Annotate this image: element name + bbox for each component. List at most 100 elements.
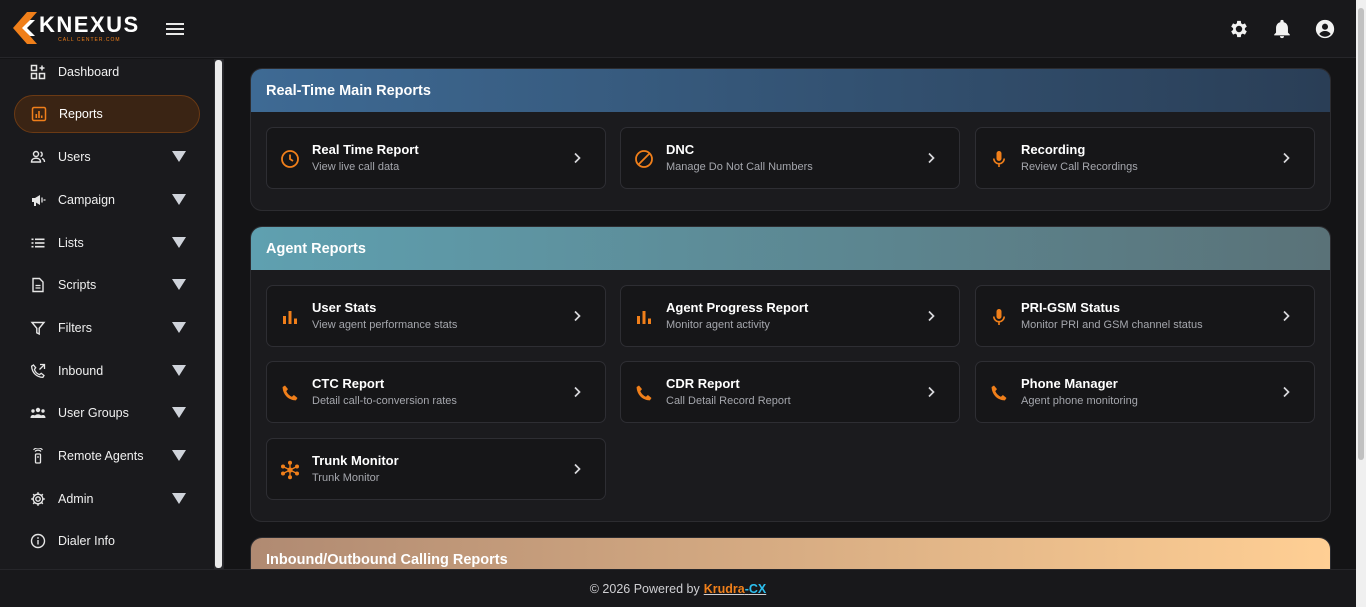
hub-icon: [280, 460, 300, 480]
report-section-real-time-main-reports: Real-Time Main Reports Real Time Report Vi…: [250, 68, 1331, 211]
section-title: Agent Reports: [251, 227, 1330, 270]
chevron-down-icon[interactable]: [172, 322, 186, 333]
chevron-down-icon[interactable]: [172, 237, 186, 248]
card-title: DNC: [666, 142, 695, 157]
report-card-user-stats[interactable]: User Stats View agent performance stats: [266, 285, 606, 347]
card-subtitle: Detail call-to-conversion rates: [312, 395, 457, 407]
sidebar-item-label: Scripts: [58, 278, 97, 292]
sidebar-item-reports[interactable]: Reports: [14, 95, 200, 133]
chevron-right-icon: [569, 461, 585, 477]
chevron-right-icon: [1278, 150, 1294, 166]
card-title: PRI-GSM Status: [1021, 300, 1120, 315]
page-scroll-thumb[interactable]: [1358, 8, 1364, 460]
block-icon: [634, 149, 654, 169]
chevron-right-icon: [569, 384, 585, 400]
chevron-down-icon[interactable]: [172, 407, 186, 418]
footer: © 2026 Powered by Krudra-CX: [0, 569, 1356, 607]
sidebar-item-users[interactable]: Users: [14, 138, 200, 176]
logo-wordmark: KNEXUS: [39, 11, 140, 37]
account-circle-icon[interactable]: [1314, 18, 1336, 40]
card-subtitle: Trunk Monitor: [312, 472, 380, 484]
groups-icon: [30, 405, 46, 421]
settings-gear-icon[interactable]: [1228, 18, 1250, 40]
phone-icon: [989, 383, 1009, 403]
sidebar-item-label: Lists: [58, 236, 84, 250]
phone-forward-icon: [30, 363, 46, 379]
sidebar-item-dialer-info[interactable]: Dialer Info: [14, 522, 200, 560]
card-subtitle: Monitor agent activity: [666, 319, 770, 331]
sidebar-scrollbar[interactable]: [214, 59, 223, 569]
footer-brand-part-a: Krudra: [703, 581, 745, 596]
report-card-recording[interactable]: Recording Review Call Recordings: [975, 127, 1315, 189]
chevron-down-icon[interactable]: [172, 194, 186, 205]
footer-powered-by: © 2026 Powered by: [589, 581, 700, 596]
sidebar-item-lists[interactable]: Lists: [14, 224, 200, 262]
gear-icon: [30, 491, 46, 507]
chevron-right-icon: [1278, 308, 1294, 324]
report-card-ctc-report[interactable]: CTC Report Detail call-to-conversion rate…: [266, 361, 606, 423]
microphone-icon: [989, 149, 1009, 169]
section-title: Inbound/Outbound Calling Reports: [251, 538, 1330, 569]
card-title: Recording: [1021, 142, 1086, 157]
card-title: CTC Report: [312, 376, 385, 391]
page-scrollbar[interactable]: [1356, 0, 1366, 607]
phone-icon: [280, 383, 300, 403]
report-card-cdr-report[interactable]: CDR Report Call Detail Record Report: [620, 361, 960, 423]
chevron-down-icon[interactable]: [172, 279, 186, 290]
sidebar-item-label: Remote Agents: [58, 449, 144, 463]
chevron-down-icon[interactable]: [172, 450, 186, 461]
card-subtitle: View live call data: [312, 161, 400, 173]
card-title: Real Time Report: [312, 142, 419, 157]
remote-icon: [30, 448, 46, 464]
report-card-pri-gsm-status[interactable]: PRI-GSM Status Monitor PRI and GSM channe…: [975, 285, 1315, 347]
sidebar-item-label: Inbound: [58, 364, 104, 378]
sidebar-item-remote-agents[interactable]: Remote Agents: [14, 437, 200, 475]
footer-brand-part-b: CX: [748, 581, 767, 596]
knexus-logo[interactable]: KNEXUS CALL CENTER.COM: [13, 12, 140, 44]
sidebar-item-label: Admin: [58, 492, 94, 506]
users-icon: [30, 149, 46, 165]
sidebar-item-label: Campaign: [58, 193, 115, 207]
chevron-right-icon: [923, 150, 939, 166]
chevron-down-icon[interactable]: [172, 151, 186, 162]
report-card-dnc[interactable]: DNC Manage Do Not Call Numbers: [620, 127, 960, 189]
report-card-phone-manager[interactable]: Phone Manager Agent phone monitoring: [975, 361, 1315, 423]
list-icon: [30, 235, 46, 251]
report-card-trunk-monitor[interactable]: Trunk Monitor Trunk Monitor: [266, 438, 606, 500]
megaphone-icon: [30, 192, 46, 208]
footer-brand-link[interactable]: Krudra-CX: [704, 582, 767, 596]
sidebar: Dashboard Reports Users Campaign Lists Script…: [0, 59, 224, 569]
report-card-agent-progress-report[interactable]: Agent Progress Report Monitor agent activ…: [620, 285, 960, 347]
sidebar-item-label: Dialer Info: [58, 534, 115, 548]
document-icon: [30, 277, 46, 293]
card-subtitle: Review Call Recordings: [1021, 161, 1138, 173]
card-title: Phone Manager: [1021, 376, 1118, 391]
menu-toggle-icon[interactable]: [165, 19, 185, 39]
card-subtitle: Monitor PRI and GSM channel status: [1021, 319, 1203, 331]
sidebar-item-user-groups[interactable]: User Groups: [14, 394, 200, 432]
chevron-right-icon: [1278, 384, 1294, 400]
info-icon: [30, 533, 46, 549]
report-card-real-time-report[interactable]: Real Time Report View live call data: [266, 127, 606, 189]
sidebar-item-scripts[interactable]: Scripts: [14, 266, 200, 304]
logo-tagline: CALL CENTER.COM: [58, 36, 121, 43]
notification-bell-icon[interactable]: [1271, 18, 1293, 40]
sidebar-item-label: Dashboard: [58, 65, 120, 79]
sidebar-item-filters[interactable]: Filters: [14, 309, 200, 347]
card-title: Trunk Monitor: [312, 453, 399, 468]
sidebar-item-dashboard[interactable]: Dashboard: [14, 59, 200, 91]
sidebar-item-inbound[interactable]: Inbound: [14, 352, 200, 390]
sidebar-item-admin[interactable]: Admin: [14, 480, 200, 518]
chevron-down-icon[interactable]: [172, 365, 186, 376]
chevron-right-icon: [923, 308, 939, 324]
sidebar-item-label: Users: [58, 150, 91, 164]
section-title: Real-Time Main Reports: [251, 69, 1330, 112]
main-content: Real-Time Main Reports Real Time Report Vi…: [224, 59, 1356, 569]
chevron-down-icon[interactable]: [172, 493, 186, 504]
bar-chart-icon: [280, 307, 300, 327]
sidebar-scroll-thumb[interactable]: [215, 60, 222, 568]
sidebar-item-campaign[interactable]: Campaign: [14, 181, 200, 219]
bar-chart-icon: [31, 106, 47, 122]
card-subtitle: Manage Do Not Call Numbers: [666, 161, 813, 173]
card-subtitle: Call Detail Record Report: [666, 395, 791, 407]
